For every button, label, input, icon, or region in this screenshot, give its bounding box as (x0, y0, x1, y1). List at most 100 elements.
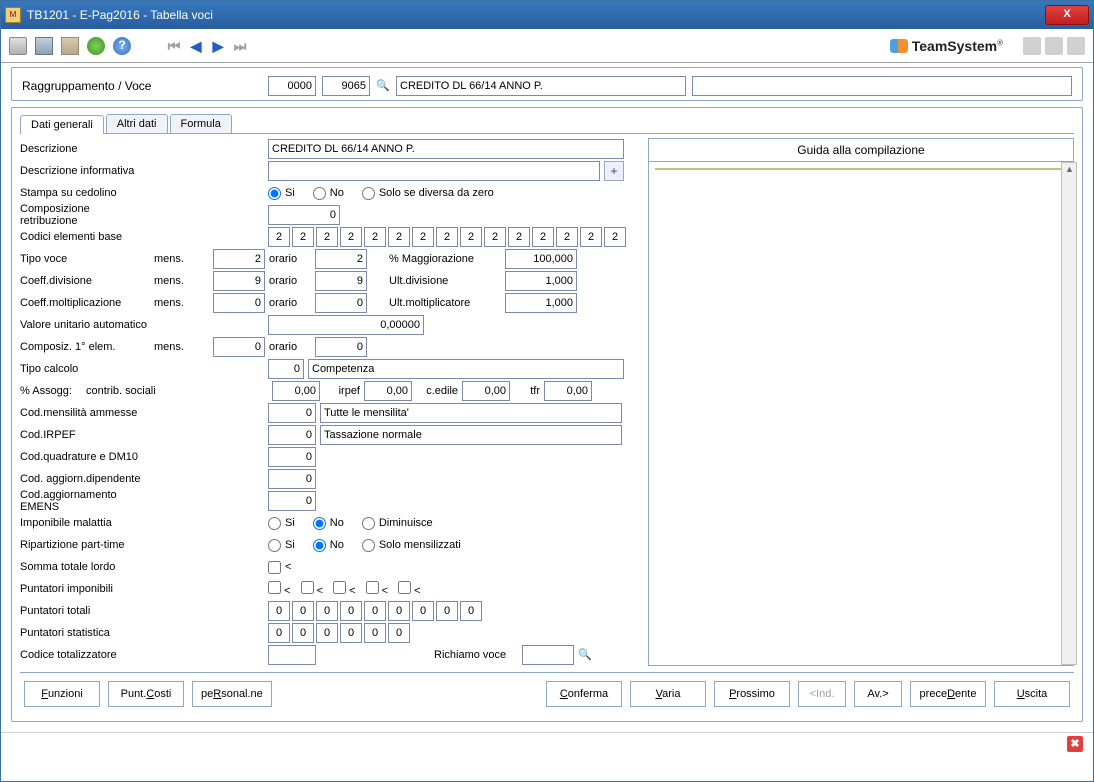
cell[interactable] (556, 227, 578, 247)
cell[interactable] (292, 623, 314, 643)
stampa-no[interactable]: No (313, 187, 344, 200)
cell[interactable] (364, 601, 386, 621)
cell[interactable] (436, 601, 458, 621)
cell[interactable] (436, 227, 458, 247)
irpef-input[interactable] (364, 381, 412, 401)
tipo-calc-input[interactable] (268, 359, 304, 379)
val-unit-input[interactable] (268, 315, 424, 335)
nav-next-icon[interactable]: ▶ (211, 39, 225, 53)
print-icon[interactable] (35, 37, 53, 55)
tb-btn-1[interactable] (1023, 37, 1041, 55)
rip-si[interactable]: Si (268, 539, 295, 552)
cell[interactable] (604, 227, 626, 247)
cell[interactable] (532, 227, 554, 247)
tab-altri-dati[interactable]: Altri dati (106, 114, 168, 133)
imp-dim[interactable]: Diminuisce (362, 517, 433, 530)
tfr-input[interactable] (544, 381, 592, 401)
status-error-icon[interactable]: ✖ (1067, 736, 1083, 752)
funzioni-button[interactable]: Funzioni (24, 681, 100, 707)
coeff-molt-orario[interactable] (315, 293, 367, 313)
cell[interactable] (268, 623, 290, 643)
stampa-si[interactable]: Si (268, 187, 295, 200)
copy-icon[interactable] (61, 37, 79, 55)
cell[interactable] (484, 227, 506, 247)
nav-prev-icon[interactable]: ◀ (189, 39, 203, 53)
desc2-input[interactable] (692, 76, 1072, 96)
code2-input[interactable] (322, 76, 370, 96)
imp-si[interactable]: Si (268, 517, 295, 530)
prossimo-button[interactable]: Prossimo (714, 681, 790, 707)
contrib-input[interactable] (272, 381, 320, 401)
uscita-button[interactable]: Uscita (994, 681, 1070, 707)
imp-no[interactable]: No (313, 517, 344, 530)
tipo-voce-orario[interactable] (315, 249, 367, 269)
lookup-icon[interactable]: 🔍 (376, 79, 390, 93)
pi-1[interactable] (268, 581, 281, 594)
cell[interactable] (412, 601, 434, 621)
cell[interactable] (364, 227, 386, 247)
ult-div-input[interactable] (505, 271, 577, 291)
save-icon[interactable] (9, 37, 27, 55)
nav-first-icon[interactable]: ⏮ (167, 39, 181, 53)
coeff-div-mens[interactable] (213, 271, 265, 291)
cell[interactable] (268, 601, 290, 621)
stampa-solo[interactable]: Solo se diversa da zero (362, 187, 494, 200)
descr-info-add-button[interactable]: + (604, 161, 624, 181)
varia-button[interactable]: Varia (630, 681, 706, 707)
cell[interactable] (388, 601, 410, 621)
help-icon[interactable]: ? (113, 37, 131, 55)
nav-last-icon[interactable]: ⏭ (233, 39, 247, 53)
guide-scrollbar[interactable] (1061, 162, 1077, 665)
cod-irpef-desc[interactable] (320, 425, 622, 445)
cod-emens-input[interactable] (268, 491, 316, 511)
pi-4[interactable] (366, 581, 379, 594)
cell[interactable] (340, 227, 362, 247)
comp-retr-input[interactable] (268, 205, 340, 225)
cod-mens-input[interactable] (268, 403, 316, 423)
code1-input[interactable] (268, 76, 316, 96)
rip-solo[interactable]: Solo mensilizzati (362, 539, 461, 552)
pi-3[interactable] (333, 581, 346, 594)
rip-no[interactable]: No (313, 539, 344, 552)
cell[interactable] (364, 623, 386, 643)
cell[interactable] (316, 601, 338, 621)
pi-5[interactable] (398, 581, 411, 594)
tipo-calc-desc[interactable] (308, 359, 624, 379)
rich-input[interactable] (522, 645, 574, 665)
cell[interactable] (292, 601, 314, 621)
magg-input[interactable] (505, 249, 577, 269)
cell[interactable] (460, 601, 482, 621)
coeff-molt-mens[interactable] (213, 293, 265, 313)
av-button[interactable]: Av.> (854, 681, 902, 707)
cell[interactable] (340, 601, 362, 621)
cell[interactable] (268, 227, 290, 247)
cod-quad-input[interactable] (268, 447, 316, 467)
tb-btn-2[interactable] (1045, 37, 1063, 55)
puntcosti-button[interactable]: Punt.Costi (108, 681, 184, 707)
cell[interactable] (316, 623, 338, 643)
ind-button[interactable]: <Ind. (798, 681, 846, 707)
cell[interactable] (316, 227, 338, 247)
cod-mens-desc[interactable] (320, 403, 622, 423)
precedente-button[interactable]: preceDente (910, 681, 986, 707)
rich-lookup-icon[interactable]: 🔍 (578, 648, 592, 662)
descrizione-input[interactable] (268, 139, 624, 159)
cell[interactable] (580, 227, 602, 247)
somma-check[interactable] (268, 561, 281, 574)
cedile-input[interactable] (462, 381, 510, 401)
cod-tot-input[interactable] (268, 645, 316, 665)
cod-agg-input[interactable] (268, 469, 316, 489)
personal-button[interactable]: peRsonal.ne (192, 681, 272, 707)
descr-info-input[interactable] (268, 161, 600, 181)
cell[interactable] (340, 623, 362, 643)
compos-mens[interactable] (213, 337, 265, 357)
cell[interactable] (412, 227, 434, 247)
coeff-div-orario[interactable] (315, 271, 367, 291)
cod-irpef-input[interactable] (268, 425, 316, 445)
desc1-input[interactable] (396, 76, 686, 96)
tab-formula[interactable]: Formula (170, 114, 232, 133)
tipo-voce-mens[interactable] (213, 249, 265, 269)
cell[interactable] (460, 227, 482, 247)
cell[interactable] (508, 227, 530, 247)
compos-orario[interactable] (315, 337, 367, 357)
